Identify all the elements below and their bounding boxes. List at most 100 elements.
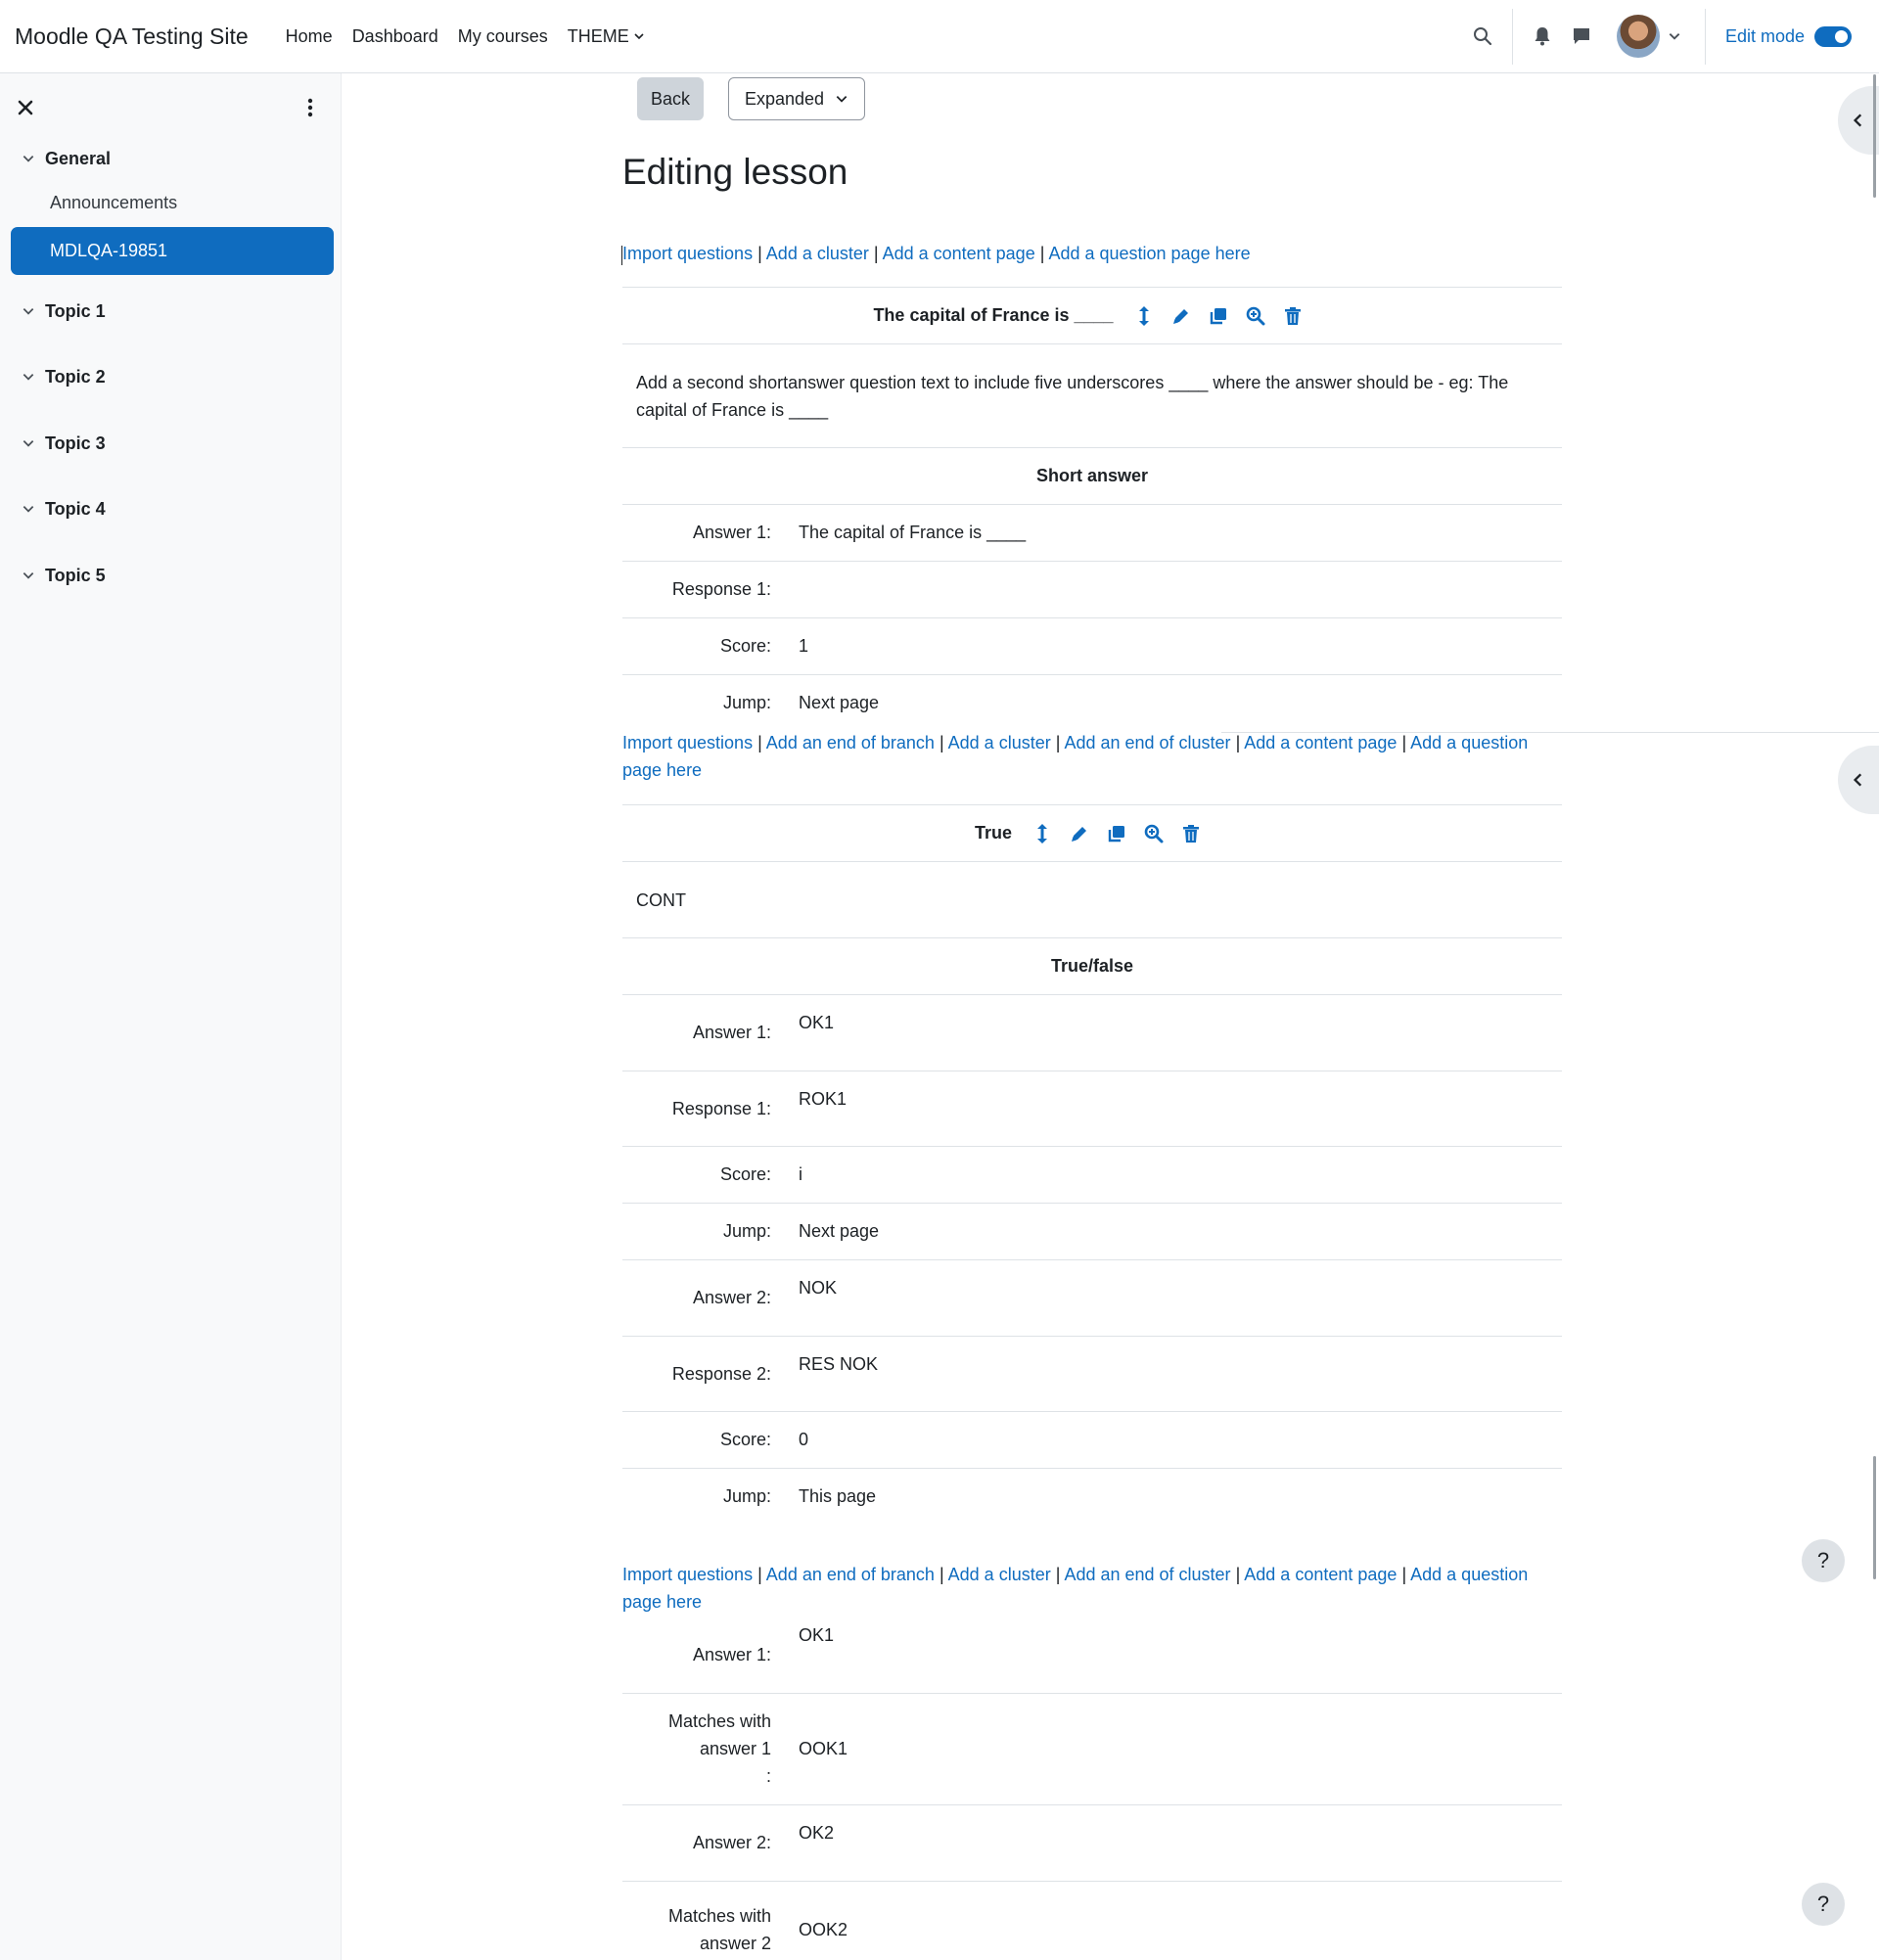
search-icon[interactable]	[1463, 17, 1502, 56]
row-label: Jump:	[622, 1468, 799, 1526]
help-button[interactable]: ?	[1802, 1539, 1845, 1582]
add-content-page-link[interactable]: Add a content page	[1244, 1565, 1397, 1584]
link-separator: |	[939, 1565, 944, 1584]
add-end-of-cluster-link[interactable]: Add an end of cluster	[1064, 1565, 1230, 1584]
scrollbar-thumb[interactable]	[1873, 74, 1876, 198]
import-questions-link[interactable]: Import questions	[622, 733, 753, 752]
link-separator: |	[757, 733, 762, 752]
row-label-line: answer 1	[699, 1739, 771, 1758]
link-separator: |	[873, 244, 879, 263]
course-item-announcements[interactable]: Announcements	[11, 179, 334, 227]
chevron-down-icon[interactable]	[22, 370, 35, 384]
chevron-down-icon	[836, 96, 848, 103]
row-label: Answer 2:	[622, 1803, 799, 1881]
site-brand[interactable]: Moodle QA Testing Site	[15, 23, 249, 50]
duplicate-icon[interactable]	[1098, 824, 1135, 843]
import-questions-link[interactable]: Import questions	[622, 244, 753, 263]
nav-dashboard[interactable]: Dashboard	[352, 26, 438, 47]
add-end-of-cluster-link[interactable]: Add an end of cluster	[1064, 733, 1230, 752]
back-button[interactable]: Back	[637, 77, 704, 120]
add-cluster-link[interactable]: Add a cluster	[766, 244, 869, 263]
kebab-menu-icon[interactable]	[296, 93, 325, 122]
move-icon[interactable]	[1125, 305, 1163, 327]
nav-theme-menu[interactable]: THEME	[568, 26, 645, 47]
chevron-down-icon[interactable]	[22, 502, 35, 516]
close-icon[interactable]	[11, 93, 40, 122]
add-page-links: Import questions | Add an end of branch …	[622, 729, 1562, 784]
chevron-down-icon	[634, 33, 644, 40]
navbar-right: Edit mode	[1463, 0, 1879, 73]
page-contents: CONT	[622, 861, 1562, 938]
navbar-divider	[1704, 8, 1706, 65]
avatar[interactable]	[1616, 15, 1660, 58]
row-value: i	[799, 1146, 1562, 1204]
help-button[interactable]: ?	[1802, 1883, 1845, 1926]
add-cluster-link[interactable]: Add a cluster	[948, 733, 1051, 752]
row-label: Jump:	[622, 1203, 799, 1260]
nav-my-courses[interactable]: My courses	[458, 26, 548, 47]
course-item-mdlqa-19851[interactable]: MDLQA-19851	[11, 227, 334, 275]
edit-mode-switch[interactable]	[1814, 25, 1852, 47]
delete-trash-icon[interactable]	[1274, 306, 1311, 326]
answer-row: Score: i	[622, 1146, 1562, 1204]
edit-pencil-icon[interactable]	[1061, 824, 1098, 843]
row-value: OOK2	[799, 1880, 1562, 1960]
section-label: Topic 2	[45, 366, 106, 387]
chevron-down-icon[interactable]	[1668, 29, 1681, 43]
row-label: Score:	[622, 617, 799, 675]
section-topic-1[interactable]: Topic 1	[0, 295, 342, 328]
page-title-row: The capital of France is ____	[622, 287, 1562, 344]
import-questions-link[interactable]: Import questions	[622, 1565, 753, 1584]
answer-row: Response 2: RES NOK	[622, 1336, 1562, 1412]
bell-icon[interactable]	[1523, 17, 1562, 56]
row-value: Next page	[799, 674, 1562, 732]
scrollbar-thumb[interactable]	[1873, 1456, 1876, 1579]
section-topic-2[interactable]: Topic 2	[0, 360, 342, 393]
add-end-of-branch-link[interactable]: Add an end of branch	[766, 1565, 935, 1584]
delete-trash-icon[interactable]	[1172, 824, 1210, 843]
preview-zoom-icon[interactable]	[1135, 824, 1172, 843]
top-navbar: Moodle QA Testing Site Home Dashboard My…	[0, 0, 1879, 73]
row-label: Matches with answer 1 :	[622, 1692, 799, 1804]
chevron-down-icon[interactable]	[22, 569, 35, 582]
section-topic-3[interactable]: Topic 3	[0, 427, 342, 460]
lesson-page-table: Answer 1: OK1 Matches with answer 1 : OO…	[622, 1618, 1562, 1960]
primary-navigation: Home Dashboard My courses THEME	[286, 26, 665, 47]
row-value: Next page	[799, 1203, 1562, 1260]
message-icon[interactable]	[1562, 17, 1601, 56]
course-index-drawer: General Announcements MDLQA-19851 Topic …	[0, 73, 342, 1960]
answer-row: Matches with answer 2 OOK2	[622, 1880, 1562, 1960]
edit-pencil-icon[interactable]	[1163, 306, 1200, 326]
add-content-page-link[interactable]: Add a content page	[883, 244, 1035, 263]
question-type: True/false	[622, 937, 1562, 995]
answer-row: Answer 2: OK2	[622, 1803, 1562, 1881]
move-icon[interactable]	[1024, 823, 1061, 844]
edit-mode-toggle[interactable]: Edit mode	[1725, 25, 1852, 47]
duplicate-icon[interactable]	[1200, 306, 1237, 326]
add-end-of-branch-link[interactable]: Add an end of branch	[766, 733, 935, 752]
section-label: General	[45, 148, 112, 168]
open-block-drawer-button[interactable]	[1838, 746, 1879, 814]
chevron-down-icon[interactable]	[22, 304, 35, 318]
answer-row: Jump: Next page	[622, 674, 1562, 732]
question-type-row: True/false	[622, 937, 1562, 995]
nav-home[interactable]: Home	[286, 26, 333, 47]
section-general[interactable]: General	[0, 142, 342, 175]
preview-zoom-icon[interactable]	[1237, 306, 1274, 326]
add-content-page-link[interactable]: Add a content page	[1244, 733, 1397, 752]
link-separator: |	[757, 244, 762, 263]
add-cluster-link[interactable]: Add a cluster	[948, 1565, 1051, 1584]
chevron-down-icon[interactable]	[22, 436, 35, 450]
section-topic-5[interactable]: Topic 5	[0, 559, 342, 592]
row-label: Matches with answer 2	[622, 1880, 799, 1960]
add-question-page-link[interactable]: Add a question page here	[1048, 244, 1250, 263]
lesson-action-bar: Back Expanded	[637, 77, 865, 120]
answer-row: Answer 2: NOK	[622, 1259, 1562, 1337]
view-mode-select[interactable]: Expanded	[728, 77, 865, 120]
section-label: Topic 4	[45, 498, 106, 519]
navbar-divider	[1511, 8, 1513, 65]
row-label: Answer 1:	[692, 1644, 771, 1664]
page-title: Editing lesson	[622, 152, 848, 192]
section-topic-4[interactable]: Topic 4	[0, 492, 342, 525]
chevron-down-icon[interactable]	[22, 152, 35, 165]
